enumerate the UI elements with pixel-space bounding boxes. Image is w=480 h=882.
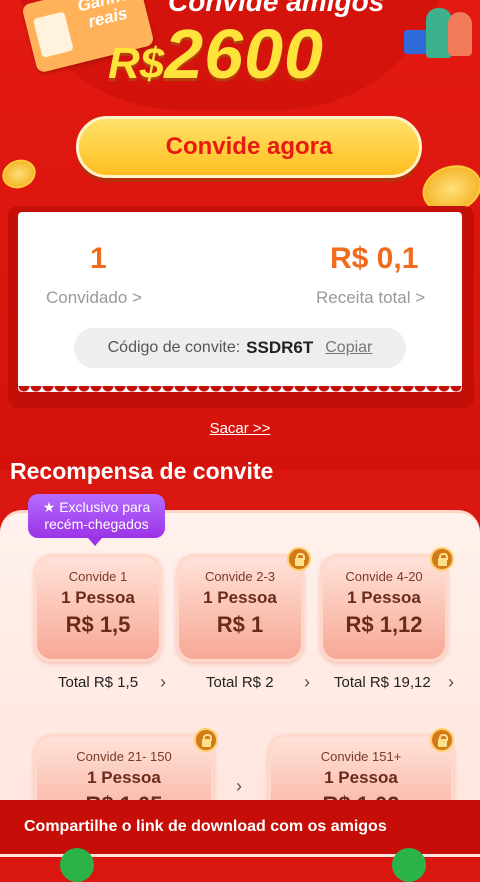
share-bar: Compartilhe o link de download com os am… [0,800,480,854]
whatsapp-share-icon[interactable] [60,848,94,882]
friends-illustration-icon [404,0,474,72]
tier-people: 1 Pessoa [203,588,277,607]
tier-people: 1 Pessoa [324,768,398,787]
invite-code-pill: Código de convite: SSDR6T Copiar [74,328,406,368]
hero-amount-value: 2600 [164,15,324,93]
tier-range: Convide 2-3 [204,569,276,584]
invite-now-button[interactable]: Convide agora [76,116,422,178]
reward-tier-card[interactable]: Convide 4-20 1 Pessoa R$ 1,12 [320,554,448,662]
tier-range: Convide 1 [68,569,128,584]
lock-icon [430,728,454,752]
tier-total: Total R$ 19,12 [334,674,431,691]
tier-reward: R$ 1,12 [345,612,423,637]
share-option-icon[interactable] [392,848,426,882]
tier-range: Convide 151+ [320,749,402,764]
invited-count: 1 [90,242,107,275]
chevron-right-icon: › [160,672,166,692]
copy-code-button[interactable]: Copiar [325,339,372,357]
tier-reward: R$ 1,5 [65,612,131,637]
chevron-right-icon: › [448,672,454,692]
invite-code-label: Código de convite: [107,339,241,356]
tier-range: Convide 21- 150 [76,749,172,764]
hero-amount: R$2600 [108,14,324,94]
reward-tier-card[interactable]: Convide 2-3 1 Pessoa R$ 1 [176,554,304,662]
tier-reward: R$ 1 [216,612,264,637]
reward-tier-card[interactable]: Convide 1 1 Pessoa R$ 1,5 [34,554,162,662]
lock-icon [430,547,454,571]
tier-total: Total R$ 1,5 [58,674,139,691]
tier-people: 1 Pessoa [347,588,421,607]
invited-link[interactable]: Convidado > [46,288,142,308]
stats-card: 1 Convidado > R$ 0,1 Receita total > Cód… [18,212,462,398]
lock-icon [194,728,218,752]
total-income-link[interactable]: Receita total > [316,288,425,308]
chevron-right-icon: › [304,672,310,692]
withdraw-link[interactable]: Sacar >> [0,420,480,437]
share-bar-text: Compartilhe o link de download com os am… [24,818,387,835]
section-title: Recompensa de convite [10,458,274,484]
invite-code-value: SSDR6T [246,338,314,357]
total-income-value: R$ 0,1 [330,242,419,275]
tier-people: 1 Pessoa [61,588,135,607]
exclusive-newcomer-badge: ★ Exclusivo para recém-chegados [28,494,165,546]
lock-icon [287,547,311,571]
chevron-right-icon: › [236,776,242,796]
hero-currency: R$ [108,39,165,88]
gift-icon [32,11,74,58]
tier-total: Total R$ 2 [206,674,274,691]
tier-people: 1 Pessoa [87,768,161,787]
tier-range: Convide 4-20 [345,569,423,584]
